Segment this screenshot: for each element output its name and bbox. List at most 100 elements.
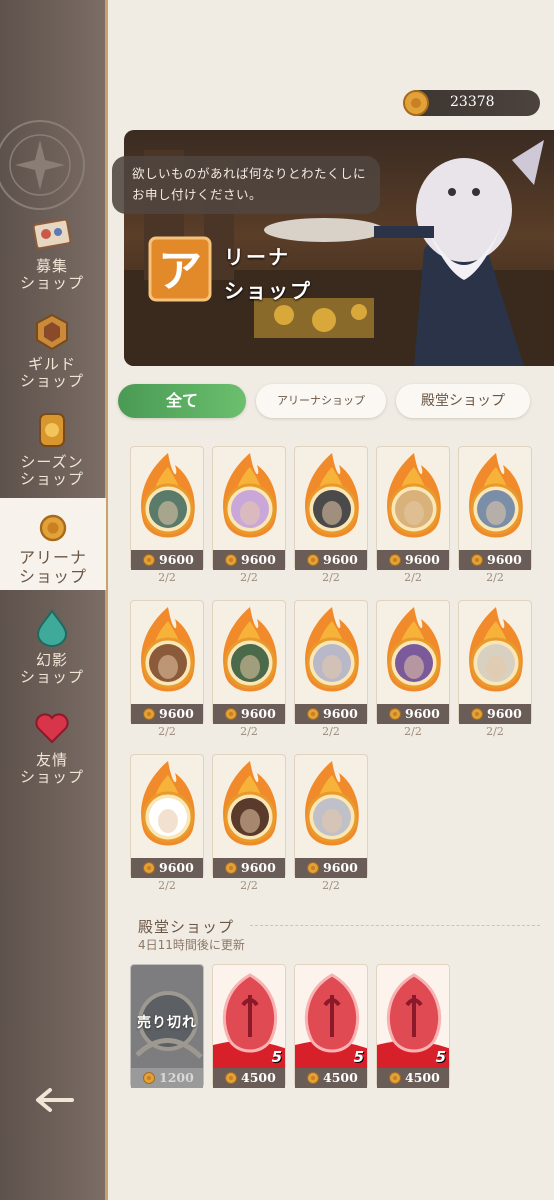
hero-item-card[interactable]: 9600 2/2 [294,754,368,900]
hero-item-card[interactable]: 9600 2/2 [458,446,532,592]
sidebar-item-label: ギルド ショップ [19,355,84,390]
price-value: 9600 [159,860,194,875]
stock-count: 2/2 [404,571,422,584]
price-tag: 1200 [131,1068,203,1088]
price-value: 9600 [487,706,522,721]
price-tag: 9600 [377,704,449,724]
price-tag: 9600 [131,858,203,878]
coin-icon [143,554,155,566]
hero-item-card[interactable]: 9600 2/2 [212,446,286,592]
sold-out-label: 売り切れ [137,1015,197,1031]
item-quantity: 5 [271,1048,282,1066]
price-value: 4500 [241,1070,276,1085]
coin-icon [307,708,319,720]
stock-count: 2/2 [486,725,504,738]
season-coin-icon [39,413,65,447]
price-value: 9600 [241,552,276,567]
section-divider [250,925,540,926]
price-tag: 9600 [295,704,367,724]
sidebar-item-recruit[interactable]: 募集 ショップ [0,214,104,292]
price-tag: 9600 [459,704,531,724]
arena-coin-icon [39,514,67,542]
sidebar-item-label: アリーナ ショップ [18,548,87,586]
stock-count: 2/2 [486,571,504,584]
sidebar-item-arena[interactable]: アリーナ ショップ [0,498,106,590]
price-tag: 9600 [295,858,367,878]
item-quantity: 5 [435,1048,446,1066]
coin-icon [225,554,237,566]
hero-item-card[interactable]: 9600 2/2 [294,600,368,746]
hero-item-card[interactable]: 9600 2/2 [294,446,368,592]
stock-count: 2/2 [240,725,258,738]
price-tag: 9600 [377,550,449,570]
tab-all[interactable]: 全て [118,384,246,418]
price-tag: 9600 [213,550,285,570]
price-tag: 9600 [213,704,285,724]
tab-hall-shop[interactable]: 殿堂ショップ [396,384,530,418]
price-value: 9600 [241,860,276,875]
price-value: 9600 [323,552,358,567]
sidebar-item-guild[interactable]: ギルド ショップ [0,312,104,390]
coin-icon [471,554,483,566]
hero-item-card[interactable]: 9600 2/2 [130,446,204,592]
back-arrow-icon[interactable] [34,1086,74,1114]
price-value: 9600 [405,706,440,721]
hero-item-card[interactable]: 9600 2/2 [130,754,204,900]
coin-icon [143,708,155,720]
price-value: 9600 [487,552,522,567]
stock-count: 2/2 [322,571,340,584]
hall-item-card[interactable]: 5 4500 [294,964,368,1088]
sidebar-item-label: 募集 ショップ [19,257,84,292]
stock-count: 2/2 [404,725,422,738]
shopkeeper-speech-bubble: 欲しいものがあれば何なりとわたくしにお申し付けください。 [112,156,380,214]
shop-title-line2: ショップ [224,279,312,303]
compass-emblem-icon [0,120,85,210]
stock-count: 2/2 [158,725,176,738]
hero-item-card[interactable]: 9600 2/2 [458,600,532,746]
sidebar-item-label: シーズン ショップ [19,453,84,488]
currency-amount: 23378 [450,94,495,110]
phantom-drop-icon [36,609,68,647]
coin-icon [143,862,155,874]
coin-icon [471,708,483,720]
stock-count: 2/2 [322,879,340,892]
hero-item-card[interactable]: 9600 2/2 [212,600,286,746]
hall-item-card[interactable]: 5 4500 [376,964,450,1088]
coin-icon [307,554,319,566]
coin-icon [225,708,237,720]
stock-count: 2/2 [240,879,258,892]
stock-count: 2/2 [322,725,340,738]
title-icon-char: ア [158,246,202,297]
sidebar-item-label: 友情 ショップ [19,751,84,786]
price-value: 1200 [159,1070,194,1085]
hero-item-card[interactable]: 9600 2/2 [212,754,286,900]
stock-count: 2/2 [240,571,258,584]
hero-item-card[interactable]: 9600 2/2 [376,600,450,746]
tab-arena-shop[interactable]: アリーナショップ [256,384,386,418]
coin-icon [225,1072,237,1084]
coin-icon [143,1072,155,1084]
arena-shop-title-icon: ア [148,236,212,302]
sidebar-item-phantom[interactable]: 幻影 ショップ [0,608,104,686]
hall-item-card[interactable]: 5 4500 [212,964,286,1088]
price-value: 9600 [241,706,276,721]
hero-item-card[interactable]: 9600 2/2 [376,446,450,592]
price-tag: 9600 [213,858,285,878]
sold-out-item-card[interactable]: 売り切れ 1200 [130,964,204,1088]
coin-icon [389,554,401,566]
sidebar-item-friendship[interactable]: 友情 ショップ [0,708,104,786]
price-tag: 4500 [213,1068,285,1088]
price-tag: 9600 [131,550,203,570]
sidebar-item-label: 幻影 ショップ [19,651,84,686]
heart-icon [35,713,69,744]
price-tag: 4500 [295,1068,367,1088]
price-value: 9600 [159,552,194,567]
currency-display: 23378 [403,90,540,116]
price-value: 4500 [323,1070,358,1085]
sidebar-item-season[interactable]: シーズン ショップ [0,410,104,488]
hero-item-card[interactable]: 9600 2/2 [130,600,204,746]
hall-section-title: 殿堂ショップ [138,918,235,936]
shop-title-line1: リーナ [224,245,290,269]
price-value: 9600 [405,552,440,567]
price-value: 9600 [159,706,194,721]
